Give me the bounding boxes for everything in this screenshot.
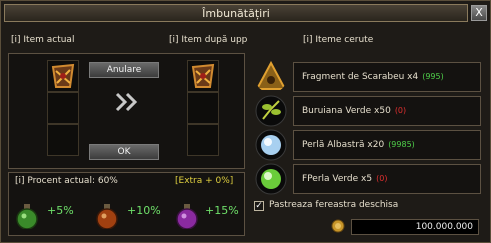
required-item-owned-count: (0) xyxy=(394,106,407,115)
armor-item-icon xyxy=(51,63,75,88)
header-required-items: [i] Iteme cerute xyxy=(303,35,374,45)
header-item-after-upgrade: [i] Item după upp xyxy=(169,35,248,45)
ok-button[interactable]: OK xyxy=(89,144,159,160)
percent-panel: [i] Procent actual: 60% [Extra + 0%] +5%… xyxy=(8,172,245,236)
title-bar[interactable]: Îmbunătățiri xyxy=(4,4,468,22)
upgrade-window: Îmbunătățiri X [i] Item actual [i] Item … xyxy=(0,0,491,243)
item-panel: Anulare OK xyxy=(8,53,245,169)
keep-window-label: Pastreaza fereastra deschisa xyxy=(269,200,399,210)
required-item-owned-count: (0) xyxy=(376,174,388,183)
required-item-owned-count: (9985) xyxy=(388,140,415,149)
required-item-box: FPerla Verde x5 (0) xyxy=(293,164,481,194)
keep-window-checkbox[interactable]: ✓ xyxy=(254,201,264,211)
required-item-row[interactable]: Fragment de Scarabeu x4 (995) xyxy=(255,61,481,93)
required-item-name: FPerla Verde x5 xyxy=(302,174,373,184)
green-herb-icon xyxy=(255,95,287,127)
current-item-slot-empty[interactable] xyxy=(47,92,79,124)
gold-coin-icon xyxy=(331,219,345,233)
required-item-name: Perlă Albastră x20 xyxy=(302,140,385,150)
current-item-slot-empty[interactable] xyxy=(47,124,79,156)
current-item-slot[interactable] xyxy=(47,60,79,92)
required-item-name: Fragment de Scarabeu x4 xyxy=(302,72,419,82)
blue-pearl-icon xyxy=(255,129,287,161)
header-current-item: [i] Item actual xyxy=(11,35,75,45)
required-item-box: Perlă Albastră x20 (9985) xyxy=(293,130,481,160)
gold-amount-field: 100.000.000 xyxy=(351,219,479,235)
required-item-owned-count: (995) xyxy=(422,72,444,81)
potion-bonus-5: +5% xyxy=(47,204,74,217)
potion-bonus-10: +10% xyxy=(127,204,161,217)
extra-percent-label: [Extra + 0%] xyxy=(175,176,234,186)
arrow-right-icon xyxy=(114,92,140,116)
required-item-row[interactable]: Perlă Albastră x20 (9985) xyxy=(255,129,481,161)
required-item-row[interactable]: Buruiana Verde x50 (0) xyxy=(255,95,481,127)
required-item-box: Buruiana Verde x50 (0) xyxy=(293,96,481,126)
purple-potion-icon[interactable] xyxy=(175,203,199,229)
orange-potion-icon[interactable] xyxy=(95,203,119,229)
green-pearl-icon xyxy=(255,163,287,195)
current-percent-label: [i] Procent actual: 60% xyxy=(15,176,118,186)
required-item-box: Fragment de Scarabeu x4 (995) xyxy=(293,62,481,92)
result-item-slot[interactable] xyxy=(187,60,219,92)
result-item-slot-empty[interactable] xyxy=(187,124,219,156)
gold-amount: 100.000.000 xyxy=(415,222,473,232)
scarab-fragment-icon xyxy=(255,61,287,90)
close-button[interactable]: X xyxy=(471,5,487,21)
required-item-name: Buruiana Verde x50 xyxy=(302,106,391,116)
window-title: Îmbunătățiri xyxy=(202,7,270,20)
required-item-row[interactable]: FPerla Verde x5 (0) xyxy=(255,163,481,195)
result-item-slot-empty[interactable] xyxy=(187,92,219,124)
armor-item-icon xyxy=(191,63,215,88)
green-potion-icon[interactable] xyxy=(15,203,39,229)
potion-bonus-15: +15% xyxy=(205,204,239,217)
cancel-button[interactable]: Anulare xyxy=(89,62,159,78)
